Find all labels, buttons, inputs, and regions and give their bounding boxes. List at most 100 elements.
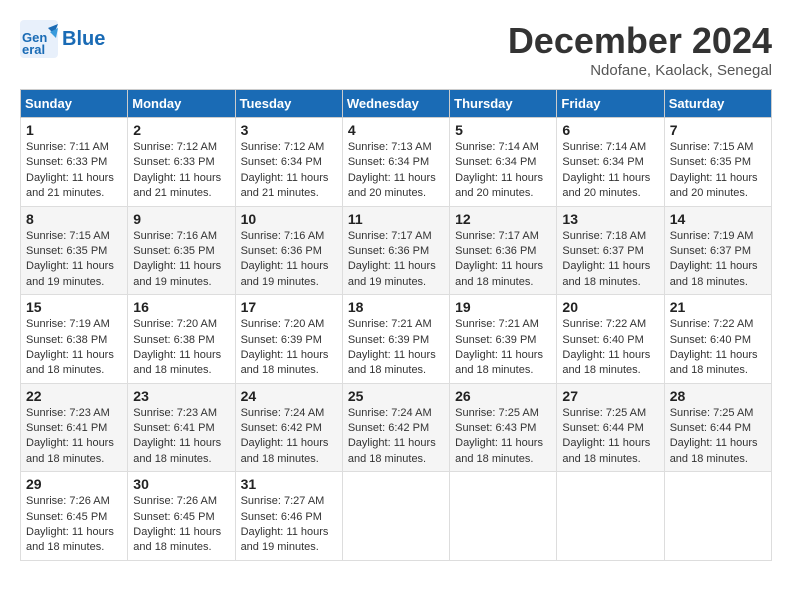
day-number: 25 [348, 388, 444, 404]
day-info: Sunrise: 7:16 AM Sunset: 6:35 PM Dayligh… [133, 229, 229, 291]
calendar-week-row: 8 Sunrise: 7:15 AM Sunset: 6:35 PM Dayli… [21, 206, 772, 295]
sunset-label: Sunset: 6:33 PM [26, 156, 107, 168]
calendar-cell: 15 Sunrise: 7:19 AM Sunset: 6:38 PM Dayl… [21, 295, 128, 384]
sunrise-label: Sunrise: 7:14 AM [562, 141, 646, 153]
daylight-label: Daylight: 11 hours and 18 minutes. [241, 437, 329, 464]
day-info: Sunrise: 7:17 AM Sunset: 6:36 PM Dayligh… [348, 229, 444, 291]
daylight-label: Daylight: 11 hours and 18 minutes. [455, 260, 543, 287]
sunrise-label: Sunrise: 7:22 AM [670, 318, 754, 330]
daylight-label: Daylight: 11 hours and 18 minutes. [348, 349, 436, 376]
daylight-label: Daylight: 11 hours and 21 minutes. [26, 172, 114, 199]
sunset-label: Sunset: 6:39 PM [348, 334, 429, 346]
calendar-cell [342, 472, 449, 561]
sunset-label: Sunset: 6:41 PM [26, 422, 107, 434]
day-number: 30 [133, 476, 229, 492]
day-number: 7 [670, 122, 766, 138]
month-title: December 2024 [508, 20, 772, 62]
daylight-label: Daylight: 11 hours and 18 minutes. [26, 437, 114, 464]
sunset-label: Sunset: 6:43 PM [455, 422, 536, 434]
day-number: 16 [133, 299, 229, 315]
calendar-week-row: 22 Sunrise: 7:23 AM Sunset: 6:41 PM Dayl… [21, 383, 772, 472]
sunrise-label: Sunrise: 7:17 AM [348, 230, 432, 242]
calendar-cell: 12 Sunrise: 7:17 AM Sunset: 6:36 PM Dayl… [450, 206, 557, 295]
day-number: 29 [26, 476, 122, 492]
weekday-header-row: SundayMondayTuesdayWednesdayThursdayFrid… [21, 90, 772, 118]
calendar-cell: 9 Sunrise: 7:16 AM Sunset: 6:35 PM Dayli… [128, 206, 235, 295]
day-info: Sunrise: 7:23 AM Sunset: 6:41 PM Dayligh… [26, 406, 122, 468]
sunset-label: Sunset: 6:36 PM [455, 245, 536, 257]
sunset-label: Sunset: 6:34 PM [241, 156, 322, 168]
weekday-header: Friday [557, 90, 664, 118]
sunset-label: Sunset: 6:45 PM [26, 511, 107, 523]
weekday-header: Sunday [21, 90, 128, 118]
calendar-cell: 30 Sunrise: 7:26 AM Sunset: 6:45 PM Dayl… [128, 472, 235, 561]
calendar-cell: 27 Sunrise: 7:25 AM Sunset: 6:44 PM Dayl… [557, 383, 664, 472]
logo: Gen eral Blue [20, 20, 105, 58]
weekday-header: Monday [128, 90, 235, 118]
daylight-label: Daylight: 11 hours and 21 minutes. [241, 172, 329, 199]
calendar-cell: 31 Sunrise: 7:27 AM Sunset: 6:46 PM Dayl… [235, 472, 342, 561]
sunset-label: Sunset: 6:35 PM [133, 245, 214, 257]
sunset-label: Sunset: 6:39 PM [241, 334, 322, 346]
daylight-label: Daylight: 11 hours and 21 minutes. [133, 172, 221, 199]
day-info: Sunrise: 7:13 AM Sunset: 6:34 PM Dayligh… [348, 140, 444, 202]
weekday-header: Wednesday [342, 90, 449, 118]
day-info: Sunrise: 7:22 AM Sunset: 6:40 PM Dayligh… [670, 317, 766, 379]
daylight-label: Daylight: 11 hours and 18 minutes. [670, 349, 758, 376]
day-info: Sunrise: 7:12 AM Sunset: 6:34 PM Dayligh… [241, 140, 337, 202]
calendar-cell: 22 Sunrise: 7:23 AM Sunset: 6:41 PM Dayl… [21, 383, 128, 472]
sunrise-label: Sunrise: 7:13 AM [348, 141, 432, 153]
day-number: 15 [26, 299, 122, 315]
day-number: 2 [133, 122, 229, 138]
calendar-cell: 29 Sunrise: 7:26 AM Sunset: 6:45 PM Dayl… [21, 472, 128, 561]
weekday-header: Thursday [450, 90, 557, 118]
daylight-label: Daylight: 11 hours and 18 minutes. [562, 437, 650, 464]
sunset-label: Sunset: 6:46 PM [241, 511, 322, 523]
day-number: 5 [455, 122, 551, 138]
sunrise-label: Sunrise: 7:21 AM [348, 318, 432, 330]
calendar-cell [664, 472, 771, 561]
calendar-week-row: 29 Sunrise: 7:26 AM Sunset: 6:45 PM Dayl… [21, 472, 772, 561]
day-number: 11 [348, 211, 444, 227]
sunset-label: Sunset: 6:38 PM [133, 334, 214, 346]
sunset-label: Sunset: 6:35 PM [670, 156, 751, 168]
sunset-label: Sunset: 6:42 PM [348, 422, 429, 434]
day-info: Sunrise: 7:24 AM Sunset: 6:42 PM Dayligh… [348, 406, 444, 468]
weekday-header: Tuesday [235, 90, 342, 118]
sunrise-label: Sunrise: 7:22 AM [562, 318, 646, 330]
calendar-cell: 13 Sunrise: 7:18 AM Sunset: 6:37 PM Dayl… [557, 206, 664, 295]
day-info: Sunrise: 7:20 AM Sunset: 6:39 PM Dayligh… [241, 317, 337, 379]
calendar-week-row: 1 Sunrise: 7:11 AM Sunset: 6:33 PM Dayli… [21, 118, 772, 207]
day-info: Sunrise: 7:24 AM Sunset: 6:42 PM Dayligh… [241, 406, 337, 468]
calendar-cell: 14 Sunrise: 7:19 AM Sunset: 6:37 PM Dayl… [664, 206, 771, 295]
calendar-week-row: 15 Sunrise: 7:19 AM Sunset: 6:38 PM Dayl… [21, 295, 772, 384]
day-number: 20 [562, 299, 658, 315]
day-info: Sunrise: 7:16 AM Sunset: 6:36 PM Dayligh… [241, 229, 337, 291]
day-info: Sunrise: 7:15 AM Sunset: 6:35 PM Dayligh… [670, 140, 766, 202]
day-info: Sunrise: 7:15 AM Sunset: 6:35 PM Dayligh… [26, 229, 122, 291]
day-info: Sunrise: 7:21 AM Sunset: 6:39 PM Dayligh… [348, 317, 444, 379]
sunset-label: Sunset: 6:34 PM [455, 156, 536, 168]
day-number: 3 [241, 122, 337, 138]
sunrise-label: Sunrise: 7:15 AM [670, 141, 754, 153]
day-number: 10 [241, 211, 337, 227]
sunrise-label: Sunrise: 7:25 AM [562, 407, 646, 419]
calendar-cell: 20 Sunrise: 7:22 AM Sunset: 6:40 PM Dayl… [557, 295, 664, 384]
sunset-label: Sunset: 6:40 PM [670, 334, 751, 346]
daylight-label: Daylight: 11 hours and 19 minutes. [133, 260, 221, 287]
sunrise-label: Sunrise: 7:12 AM [133, 141, 217, 153]
day-info: Sunrise: 7:14 AM Sunset: 6:34 PM Dayligh… [455, 140, 551, 202]
calendar-cell: 8 Sunrise: 7:15 AM Sunset: 6:35 PM Dayli… [21, 206, 128, 295]
daylight-label: Daylight: 11 hours and 19 minutes. [348, 260, 436, 287]
sunrise-label: Sunrise: 7:19 AM [670, 230, 754, 242]
calendar-cell: 25 Sunrise: 7:24 AM Sunset: 6:42 PM Dayl… [342, 383, 449, 472]
sunrise-label: Sunrise: 7:26 AM [133, 495, 217, 507]
day-number: 26 [455, 388, 551, 404]
calendar-cell: 24 Sunrise: 7:24 AM Sunset: 6:42 PM Dayl… [235, 383, 342, 472]
sunset-label: Sunset: 6:36 PM [348, 245, 429, 257]
sunrise-label: Sunrise: 7:24 AM [348, 407, 432, 419]
sunrise-label: Sunrise: 7:16 AM [133, 230, 217, 242]
daylight-label: Daylight: 11 hours and 18 minutes. [670, 437, 758, 464]
day-info: Sunrise: 7:20 AM Sunset: 6:38 PM Dayligh… [133, 317, 229, 379]
day-number: 14 [670, 211, 766, 227]
